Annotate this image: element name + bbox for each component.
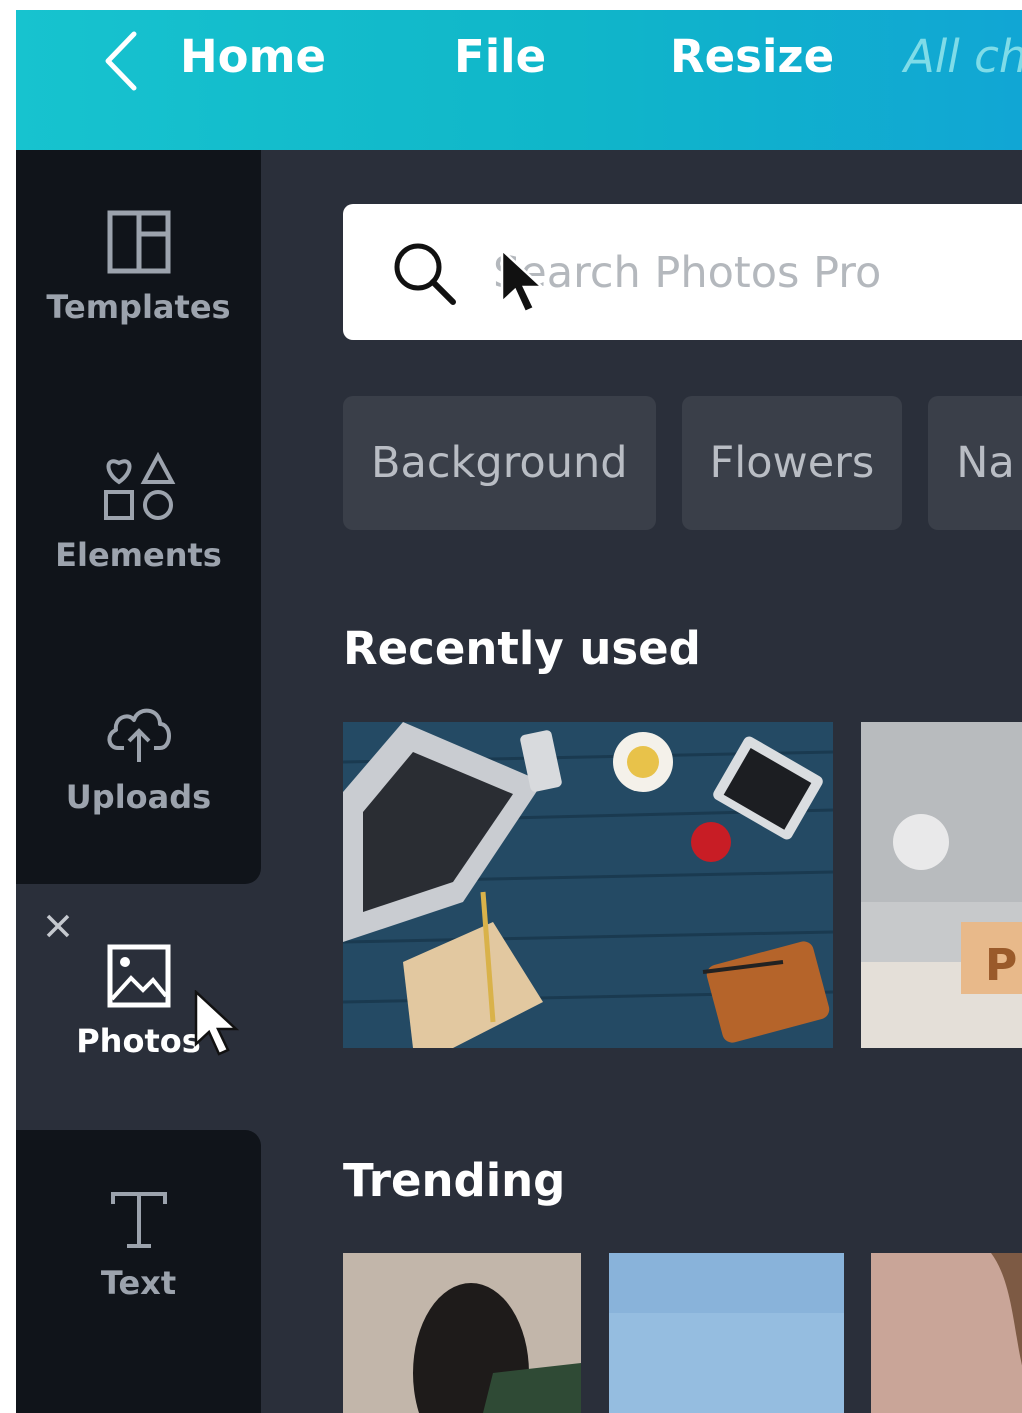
chip-nature[interactable]: Na bbox=[928, 396, 1022, 530]
letter-blocks-image: P bbox=[861, 722, 1022, 1048]
sidebar-item-label: Text bbox=[100, 1264, 177, 1302]
sidebar-item-uploads[interactable]: Uploads bbox=[16, 698, 261, 816]
sidebar-item-photos[interactable]: Photos bbox=[16, 944, 261, 1060]
sidebar-item-templates[interactable]: Templates bbox=[16, 210, 261, 326]
file-menu[interactable]: File bbox=[454, 30, 546, 83]
close-icon[interactable] bbox=[44, 912, 72, 940]
resize-button[interactable]: Resize bbox=[670, 30, 834, 83]
recently-used-heading: Recently used bbox=[343, 622, 701, 675]
top-menu-bar: Home File Resize All ch bbox=[16, 10, 1022, 150]
sidebar-item-label: Photos bbox=[76, 1022, 201, 1060]
chevron-left-icon[interactable] bbox=[94, 28, 144, 94]
suggestion-chips: Background Flowers Na bbox=[343, 396, 1022, 530]
photos-panel: BackgroundFlowersNa Recently used bbox=[261, 150, 1022, 1413]
sidebar-item-label: Elements bbox=[55, 536, 222, 574]
trending-heading: Trending bbox=[343, 1154, 566, 1207]
templates-icon bbox=[107, 210, 170, 274]
chip-background[interactable]: Background bbox=[343, 396, 656, 530]
trending-photo-1[interactable] bbox=[343, 1253, 581, 1413]
sidebar-item-text[interactable]: Text bbox=[16, 1190, 261, 1302]
search-icon bbox=[394, 243, 456, 305]
chip-flowers[interactable]: Flowers bbox=[681, 396, 903, 530]
search-bar bbox=[343, 204, 1022, 342]
sidebar-item-label: Templates bbox=[46, 288, 231, 326]
home-button[interactable]: Home bbox=[180, 30, 326, 83]
desk-flatlay-image bbox=[343, 722, 833, 1048]
recent-photo-desk[interactable] bbox=[343, 722, 833, 1048]
elements-icon bbox=[103, 452, 175, 520]
woman-back-image bbox=[343, 1253, 581, 1413]
search-input[interactable] bbox=[491, 204, 1022, 342]
text-icon bbox=[110, 1192, 167, 1248]
blue-sky-image bbox=[609, 1253, 844, 1413]
sidebar-item-label: Uploads bbox=[65, 778, 212, 816]
save-status-text: All ch bbox=[904, 30, 1022, 83]
image-icon bbox=[107, 944, 170, 1008]
sidebar: Templates Elements Uploads Photos Text bbox=[16, 150, 261, 1413]
recent-photo-2[interactable]: P bbox=[861, 722, 1022, 1048]
trending-photo-3[interactable] bbox=[871, 1253, 1022, 1413]
trending-photo-2[interactable] bbox=[609, 1253, 844, 1413]
svg-text:P: P bbox=[985, 940, 1017, 991]
upload-cloud-icon bbox=[107, 708, 171, 762]
portrait-image bbox=[871, 1253, 1022, 1413]
sidebar-item-elements[interactable]: Elements bbox=[16, 452, 261, 574]
